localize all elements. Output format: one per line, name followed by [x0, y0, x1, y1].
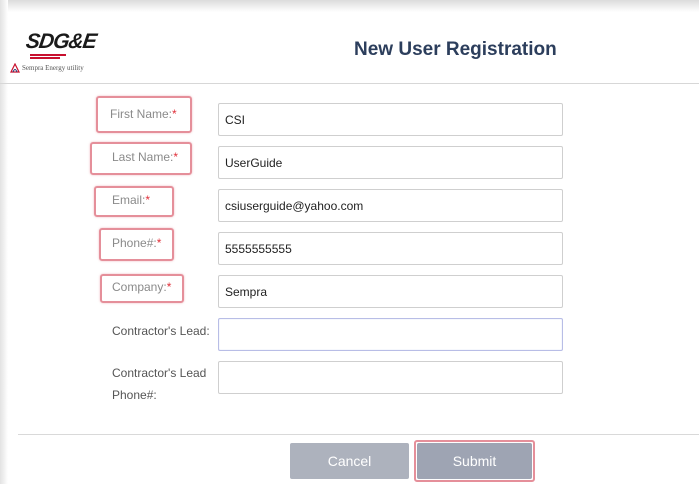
- last-name-input[interactable]: [218, 146, 563, 179]
- email-input[interactable]: [218, 189, 563, 222]
- logo-subtitle-text: Sempra Energy utility: [22, 64, 84, 72]
- registration-page: SDG&E Sempra Energy utility New User Reg…: [0, 0, 699, 484]
- company-label: Company:*: [112, 280, 172, 294]
- footer-divider: [18, 434, 699, 435]
- required-mark: *: [172, 107, 177, 121]
- required-mark: *: [145, 193, 151, 207]
- first-name-input[interactable]: [218, 103, 563, 136]
- phone-input[interactable]: [218, 232, 563, 265]
- cancel-button[interactable]: Cancel: [290, 443, 409, 479]
- company-input[interactable]: [218, 275, 563, 308]
- contractors-lead-phone-label: Contractor's Lead Phone#:: [112, 362, 206, 406]
- contractors-lead-phone-input[interactable]: [218, 361, 563, 394]
- contractors-lead-input[interactable]: [218, 318, 563, 351]
- required-mark: *: [166, 280, 172, 294]
- contractors-lead-phone-label-line1: Contractor's Lead: [112, 366, 207, 380]
- required-mark: *: [156, 236, 162, 250]
- required-mark: *: [173, 150, 179, 164]
- contractors-lead-label: Contractor's Lead:: [112, 324, 210, 338]
- last-name-label: Last Name:*: [112, 150, 179, 164]
- frame-shadow-top: [0, 0, 699, 12]
- first-name-label: First Name:*: [110, 107, 177, 121]
- logo-wordmark: SDG&E: [24, 30, 98, 53]
- logo-subtitle: Sempra Energy utility: [10, 63, 84, 73]
- logo-stripes: [30, 54, 70, 59]
- phone-label: Phone#:*: [112, 236, 162, 250]
- email-label: Email:*: [112, 193, 151, 207]
- contractors-lead-phone-label-line2: Phone#:: [112, 388, 157, 402]
- submit-button[interactable]: Submit: [417, 443, 532, 479]
- sdge-logo: SDG&E Sempra Energy utility: [10, 30, 100, 82]
- page-title: New User Registration: [354, 39, 557, 60]
- sempra-flame-icon: [10, 63, 20, 73]
- header: SDG&E Sempra Energy utility New User Reg…: [0, 12, 699, 84]
